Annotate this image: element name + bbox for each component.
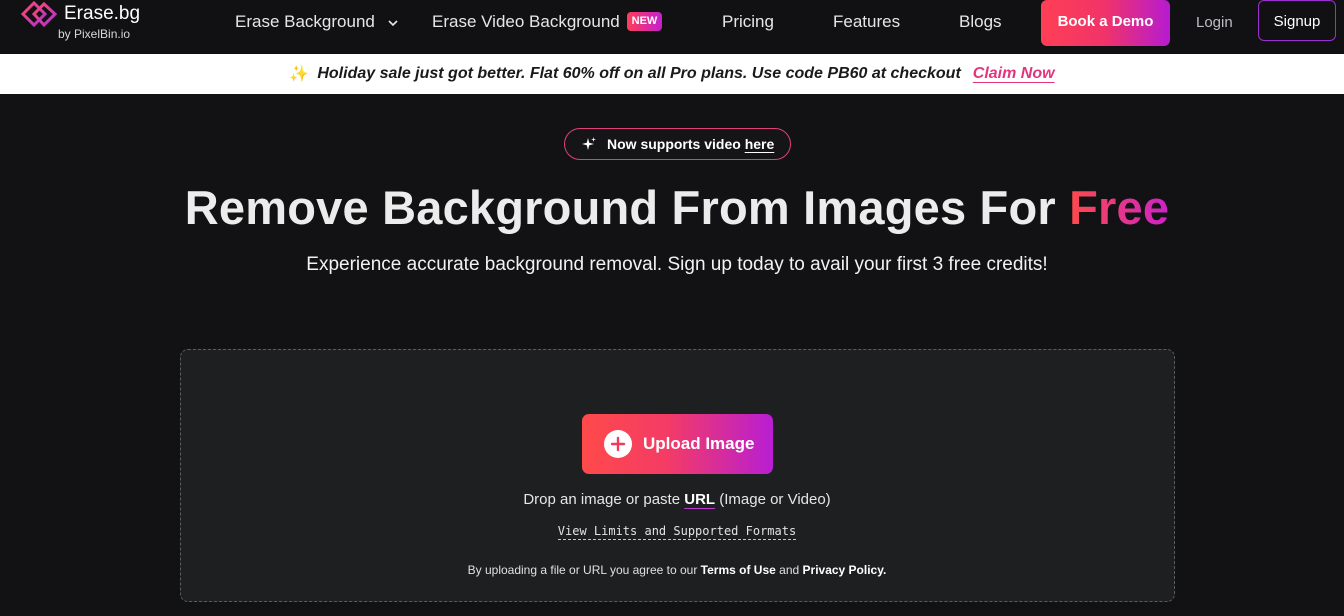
pill-here-link[interactable]: here xyxy=(745,136,775,152)
plus-icon xyxy=(610,436,626,452)
hero-title: Remove Background From Images For Free xyxy=(0,180,1344,235)
upload-image-button[interactable]: Upload Image xyxy=(582,414,773,474)
book-demo-button[interactable]: Book a Demo xyxy=(1041,0,1170,46)
top-nav: Erase.bg by PixelBin.io Erase Background… xyxy=(0,0,1344,54)
sparkle-icon xyxy=(582,137,596,150)
drop-instructions: Drop an image or paste URL (Image or Vid… xyxy=(0,491,1344,508)
terms-of-use-link[interactable]: Terms of Use xyxy=(701,563,776,577)
brand-byline: by PixelBin.io xyxy=(58,27,131,41)
plus-circle-icon xyxy=(604,430,632,458)
new-badge: NEW xyxy=(627,12,662,31)
erase-bg-logo-icon xyxy=(20,0,58,28)
nav-blogs[interactable]: Blogs xyxy=(959,12,1002,32)
paste-url-link[interactable]: URL xyxy=(684,491,715,508)
privacy-policy-link[interactable]: Privacy Policy. xyxy=(803,563,887,577)
hero-title-highlight: Free xyxy=(1069,181,1170,234)
hero-subtitle: Experience accurate background removal. … xyxy=(306,254,1048,275)
claim-now-link[interactable]: Claim Now xyxy=(973,65,1055,83)
view-limits-link[interactable]: View Limits and Supported Formats xyxy=(557,524,797,540)
hero-title-main: Remove Background From Images For xyxy=(184,181,1070,234)
terms-notice: By uploading a file or URL you agree to … xyxy=(0,563,1344,577)
signup-button[interactable]: Signup xyxy=(1258,0,1336,41)
drop-suffix: (Image or Video) xyxy=(715,491,831,508)
nav-erase-background[interactable]: Erase Background xyxy=(235,12,375,32)
promo-content: ✨ Holiday sale just got better. Flat 60%… xyxy=(289,64,1054,84)
limits-row: View Limits and Supported Formats xyxy=(0,522,1344,540)
drop-prefix: Drop an image or paste xyxy=(523,491,685,508)
login-link[interactable]: Login xyxy=(1196,14,1233,31)
nav-erase-video-background[interactable]: Erase Video Background xyxy=(432,12,620,32)
nav-pricing[interactable]: Pricing xyxy=(722,12,774,32)
chevron-down-icon[interactable] xyxy=(387,17,399,29)
promo-text: Holiday sale just got better. Flat 60% o… xyxy=(317,65,961,82)
pill-label: Now supports video here xyxy=(607,136,774,152)
brand-name: Erase.bg xyxy=(64,3,141,24)
upload-image-label: Upload Image xyxy=(643,434,755,453)
nav-features[interactable]: Features xyxy=(833,12,900,32)
sparkles-icon: ✨ xyxy=(289,66,310,83)
promo-banner: ✨ Holiday sale just got better. Flat 60%… xyxy=(0,54,1344,94)
terms-prefix: By uploading a file or URL you agree to … xyxy=(467,563,701,577)
pill-text: Now supports video xyxy=(607,136,745,152)
video-support-pill[interactable]: Now supports video here xyxy=(564,128,791,160)
terms-and: and xyxy=(775,563,803,577)
